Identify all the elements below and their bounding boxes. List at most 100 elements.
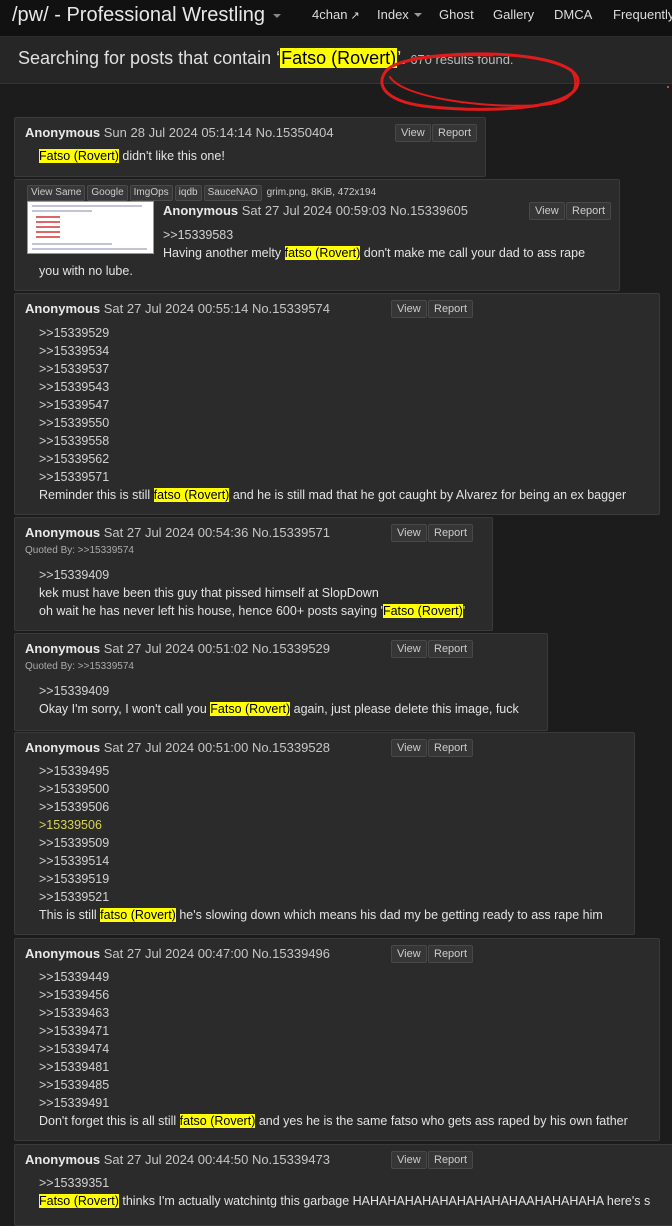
report-button[interactable]: Report (432, 124, 478, 142)
nav-frequently[interactable]: Frequently (613, 7, 672, 22)
report-button[interactable]: Report (428, 300, 474, 318)
quote-link[interactable]: >>15339509 (39, 836, 109, 850)
post-number[interactable]: No.15339574 (252, 301, 330, 316)
file-info[interactable]: grim.png, 8KiB, 472x194 (267, 187, 377, 198)
quote-link[interactable]: >>15339500 (39, 782, 109, 796)
quote-link[interactable]: >>15339537 (39, 362, 109, 376)
post-date: Sat 27 Jul 2024 00:51:02 (103, 641, 249, 656)
post-thumbnail[interactable] (27, 201, 154, 254)
report-button[interactable]: Report (428, 1151, 474, 1169)
post-number[interactable]: No.15339528 (252, 740, 330, 755)
quote-link[interactable]: >>15339471 (39, 1024, 109, 1038)
post-line: >>15339351 (39, 1174, 650, 1192)
post-number[interactable]: No.15339473 (252, 1152, 330, 1167)
view-button[interactable]: View (391, 945, 427, 963)
post-line: Fatso (Rovert) thinks I'm actually watch… (39, 1192, 650, 1210)
post-header: Anonymous Sat 27 Jul 2024 00:54:36 No.15… (25, 525, 330, 540)
quote-link[interactable]: >>15339558 (39, 434, 109, 448)
post-text: Don't forget this is all still (39, 1114, 180, 1128)
view-button[interactable]: View (391, 1151, 427, 1169)
post-text: don't make me call your dad to ass rape (360, 246, 586, 260)
search-banner: Searching for posts that contain ‘Fatso … (0, 37, 672, 111)
quote-link[interactable]: >>15339550 (39, 416, 109, 430)
imgops-button[interactable]: ImgOps (129, 185, 173, 201)
quote-link[interactable]: >>15339456 (39, 988, 109, 1002)
nav-ghost[interactable]: Ghost (439, 7, 474, 22)
saucenao-button[interactable]: SauceNAO (203, 185, 262, 201)
search-highlight: fatso (Rovert) (153, 488, 230, 502)
view-button[interactable]: View (391, 524, 427, 542)
post-body: >>15339449 >>15339456 >>15339463 >>15339471… (39, 968, 628, 1130)
view-button[interactable]: View (391, 640, 427, 658)
quote-link[interactable]: >>15339543 (39, 380, 109, 394)
report-button[interactable]: Report (428, 945, 474, 963)
view-same-button[interactable]: View Same (27, 185, 86, 201)
quote-link[interactable]: >>15339409 (39, 568, 109, 582)
post-date: Sat 27 Jul 2024 00:59:03 (241, 203, 387, 218)
report-button[interactable]: Report (428, 640, 474, 658)
report-button[interactable]: Report (428, 524, 474, 542)
quote-link[interactable]: >>15339449 (39, 970, 109, 984)
quote-link[interactable]: >>15339474 (39, 1042, 109, 1056)
post-line: Don't forget this is all still fatso (Ro… (39, 1112, 628, 1130)
poster-name: Anonymous (25, 641, 101, 656)
post-text: again, just please delete this image, fu… (290, 702, 519, 716)
post-15339529: Anonymous Sat 27 Jul 2024 00:51:02 No.15… (14, 633, 548, 731)
quote-link[interactable]: >>15339547 (39, 398, 109, 412)
view-button[interactable]: View (391, 300, 427, 318)
post-line: >>15339463 (39, 1004, 628, 1022)
post-number[interactable]: No.15339571 (252, 525, 330, 540)
post-line: >>15339491 (39, 1094, 628, 1112)
nav-index[interactable]: Index (377, 7, 422, 22)
nav-dmca[interactable]: DMCA (554, 7, 592, 22)
post-text: ' (462, 604, 466, 618)
post-line: you with no lube. (39, 262, 133, 280)
post-15339528: Anonymous Sat 27 Jul 2024 00:51:00 No.15… (14, 732, 635, 935)
board-title[interactable]: /pw/ - Professional Wrestling (12, 4, 265, 27)
quote-link[interactable]: >>15339495 (39, 764, 109, 778)
board-dropdown-caret-icon[interactable] (273, 14, 281, 18)
report-button[interactable]: Report (428, 739, 474, 757)
quote-link[interactable]: >>15339519 (39, 872, 109, 886)
chevron-down-icon (413, 13, 422, 17)
quote-link[interactable]: >>15339506 (39, 800, 109, 814)
report-button[interactable]: Report (566, 202, 612, 220)
quote-link[interactable]: >>15339562 (39, 452, 109, 466)
post-line: >>15339558 (39, 432, 626, 450)
view-button[interactable]: View (395, 124, 431, 142)
quote-link[interactable]: >>15339521 (39, 890, 109, 904)
post-number[interactable]: No.15339605 (390, 203, 468, 218)
quote-link[interactable]: >>15339529 (39, 326, 109, 340)
post-line: >>15339529 (39, 324, 626, 342)
iqdb-button[interactable]: iqdb (174, 185, 202, 201)
view-button[interactable]: View (391, 739, 427, 757)
quote-link[interactable]: >>15339534 (39, 344, 109, 358)
quote-link[interactable]: >>15339409 (39, 684, 109, 698)
post-line: >>15339409 (39, 682, 519, 700)
search-highlight: Fatso (Rovert) (382, 604, 463, 618)
quote-link[interactable]: >>15339463 (39, 1006, 109, 1020)
post-line: >>15339500 (39, 780, 603, 798)
quoted-by[interactable]: Quoted By: >>15339574 (25, 545, 134, 556)
quote-link[interactable]: >>15339491 (39, 1096, 109, 1110)
nav-gallery[interactable]: Gallery (493, 7, 534, 22)
quote-link[interactable]: >>15339571 (39, 470, 109, 484)
post-line: >>15339550 (39, 414, 626, 432)
quoted-by[interactable]: Quoted By: >>15339574 (25, 661, 134, 672)
post-number[interactable]: No.15339496 (252, 946, 330, 961)
post-15350404: Anonymous Sun 28 Jul 2024 05:14:14 No.15… (14, 117, 486, 177)
post-number[interactable]: No.15350404 (256, 125, 334, 140)
quote-link[interactable]: >>15339485 (39, 1078, 109, 1092)
post-number[interactable]: No.15339529 (252, 641, 330, 656)
quote-link[interactable]: >>15339583 (163, 228, 233, 242)
view-button[interactable]: View (529, 202, 565, 220)
google-button[interactable]: Google (87, 185, 128, 201)
post-line: >>15339562 (39, 450, 626, 468)
quote-link[interactable]: >>15339481 (39, 1060, 109, 1074)
poster-name: Anonymous (25, 301, 101, 316)
quote-link[interactable]: >>15339351 (39, 1176, 109, 1190)
post-header: Anonymous Sat 27 Jul 2024 00:55:14 No.15… (25, 301, 330, 316)
quote-link[interactable]: >>15339514 (39, 854, 109, 868)
post-15339605: View Same Google ImgOps iqdb SauceNAO grim.pn… (14, 179, 620, 291)
nav-4chan[interactable]: 4chan ↗ (312, 7, 360, 22)
